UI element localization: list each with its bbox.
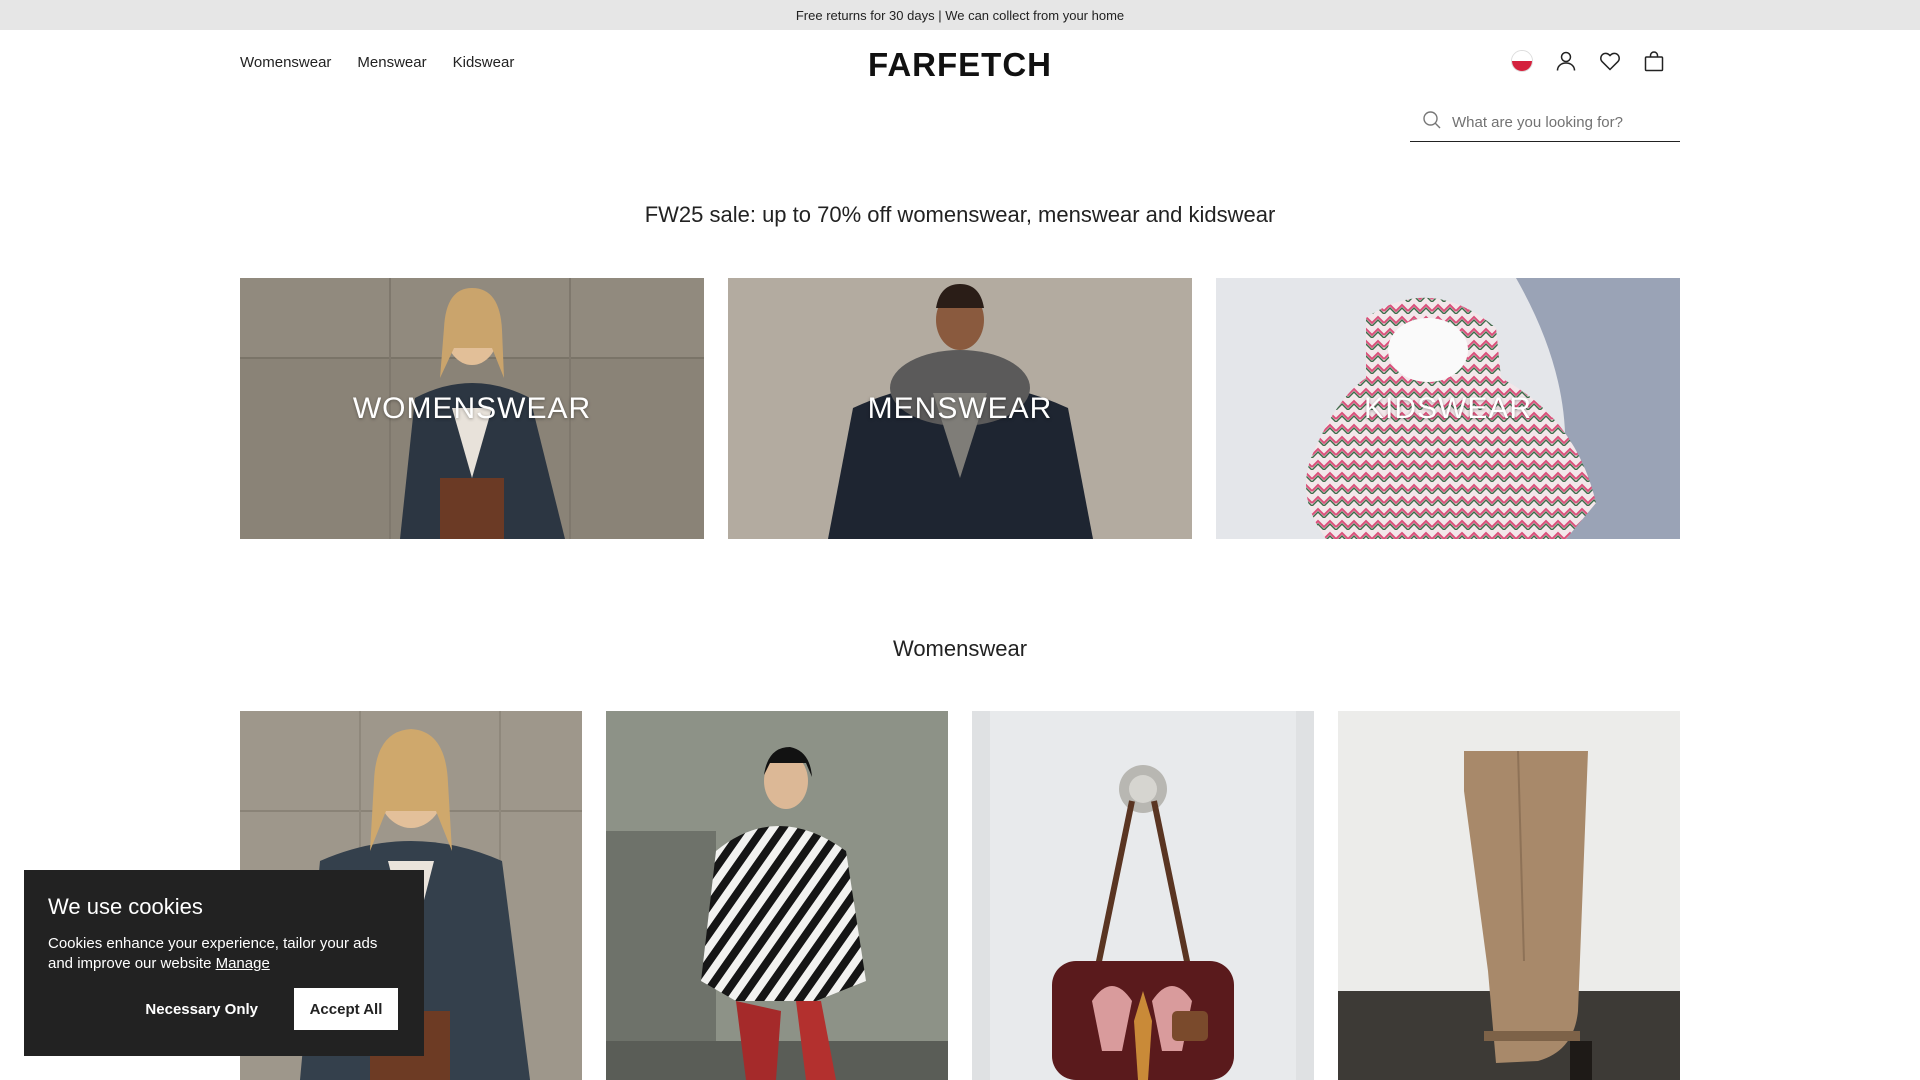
poland-flag-icon[interactable] (1510, 49, 1534, 73)
accept-all-button[interactable]: Accept All (294, 988, 398, 1030)
search-input[interactable] (1452, 114, 1672, 131)
search-bar[interactable] (1410, 104, 1680, 142)
header-icons (1510, 49, 1666, 73)
site-header: Womenswear Menswear Kidswear FARFETCH (0, 30, 1920, 98)
cookie-body-text: Cookies enhance your experience, tailor … (48, 935, 378, 972)
category-card-womenswear[interactable]: WOMENSWEAR (240, 278, 704, 539)
account-icon[interactable] (1554, 49, 1578, 73)
category-label-womenswear: WOMENSWEAR (352, 391, 592, 425)
product-image-suede-boot[interactable] (1338, 711, 1680, 1080)
sale-heading: FW25 sale: up to 70% off womenswear, men… (644, 202, 1276, 227)
cookie-banner: We use cookies Cookies enhance your expe… (24, 870, 424, 1056)
section-title-womenswear: Womenswear (892, 636, 1028, 661)
product-image-striped-dress[interactable] (606, 711, 948, 1080)
cookie-title: We use cookies (48, 894, 203, 919)
shopping-bag-icon[interactable] (1642, 49, 1666, 73)
product-row (240, 711, 1680, 1080)
category-row: WOMENSWEAR MENSWEAR KIDSWEAR (240, 278, 1680, 539)
category-card-menswear[interactable]: MENSWEAR (728, 278, 1192, 539)
cookie-manage-link[interactable]: Manage (216, 955, 270, 972)
category-label-kidswear: KIDSWEAR (1363, 391, 1533, 425)
necessary-only-button[interactable]: Necessary Only (133, 991, 270, 1028)
wishlist-heart-icon[interactable] (1598, 49, 1622, 73)
cookie-body: Cookies enhance your experience, tailor … (48, 934, 400, 974)
category-label-menswear: MENSWEAR (867, 391, 1053, 425)
category-card-kidswear[interactable]: KIDSWEAR (1216, 278, 1680, 539)
promo-text: Free returns for 30 days | We can collec… (795, 7, 1125, 23)
promo-bar: Free returns for 30 days | We can collec… (0, 0, 1920, 30)
product-image-handbag[interactable] (972, 711, 1314, 1080)
cookie-actions: Necessary Only Accept All (24, 988, 424, 1030)
search-icon (1422, 110, 1442, 135)
